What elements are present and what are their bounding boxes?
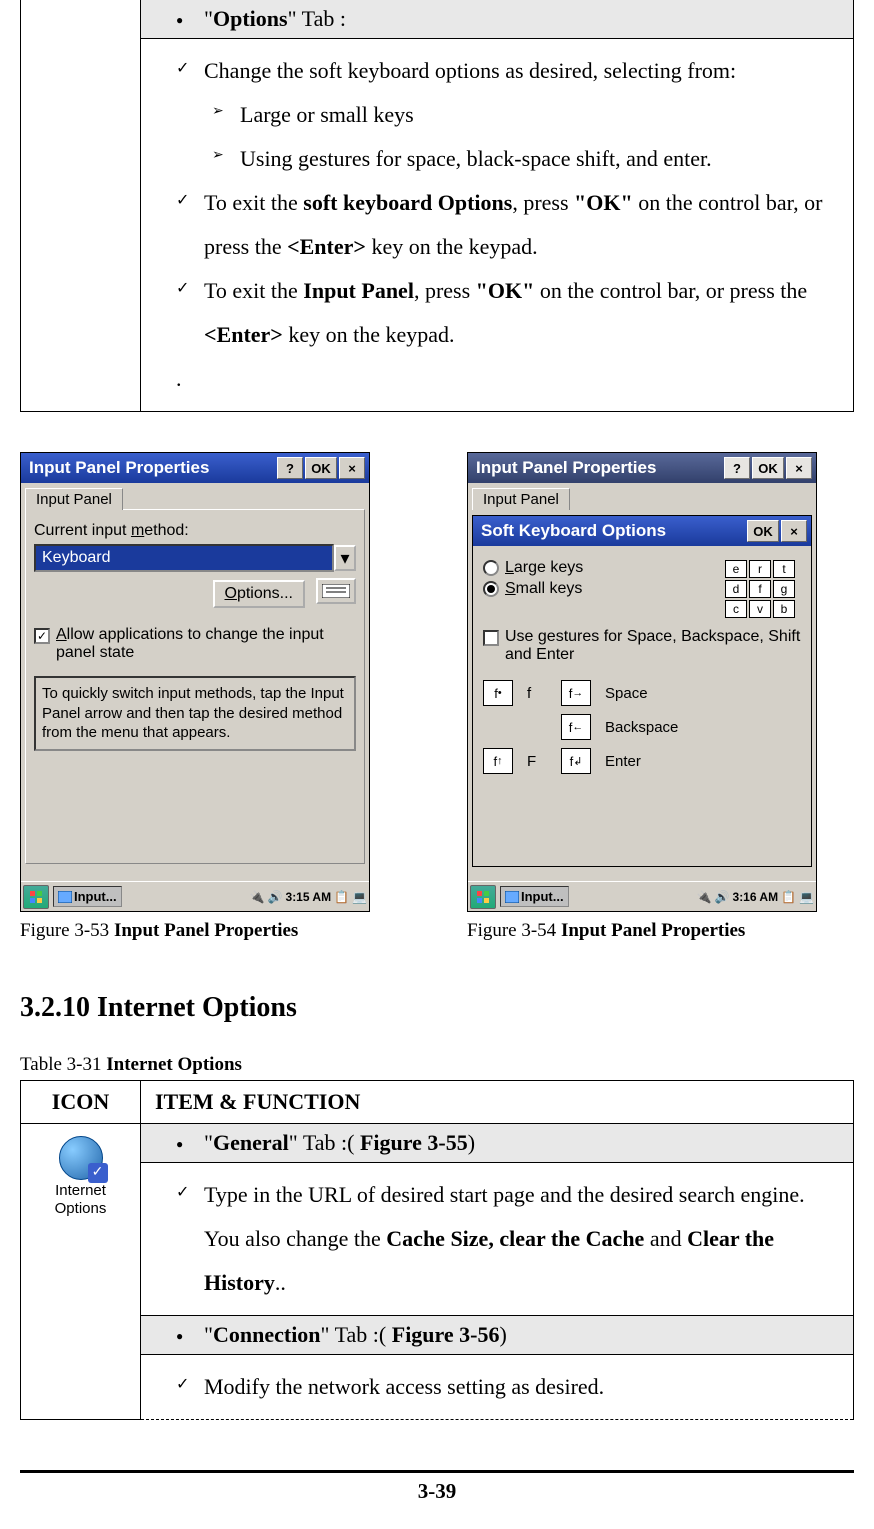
list-item: .: [176, 357, 843, 401]
close-button[interactable]: ×: [339, 457, 365, 479]
list-item: Type in the URL of desired start page an…: [176, 1173, 843, 1305]
window-title: Input Panel Properties: [25, 458, 275, 478]
tray-icon[interactable]: 💻: [799, 890, 814, 904]
footer-rule: [20, 1470, 854, 1473]
tray-icon[interactable]: 💻: [352, 890, 367, 904]
titlebar: Input Panel Properties ? OK ×: [21, 453, 369, 483]
current-method-label: Current input method:: [34, 522, 356, 540]
options-tab-table: "Options" Tab : Change the soft keyboard…: [20, 0, 854, 412]
tray-icon[interactable]: 📋: [781, 890, 796, 904]
gesture-icon: f←: [561, 714, 591, 740]
tray-icon[interactable]: 🔊: [715, 890, 730, 904]
clock: 3:16 AM: [733, 890, 779, 904]
tab-input-panel[interactable]: Input Panel: [25, 488, 123, 510]
help-button[interactable]: ?: [277, 457, 303, 479]
figure-3-53: Input Panel Properties ? OK × Input Pane…: [20, 452, 407, 942]
empty-icon-cell: [21, 0, 141, 412]
titlebar: Soft Keyboard Options OK ×: [473, 516, 811, 546]
tray-icon[interactable]: 🔌: [250, 890, 265, 904]
start-button[interactable]: [23, 885, 49, 909]
internet-options-icon: Internet Options: [29, 1132, 132, 1218]
gesture-icon: f•: [483, 680, 513, 706]
window-title: Input Panel Properties: [472, 458, 722, 478]
clock: 3:15 AM: [286, 890, 332, 904]
window-title: Soft Keyboard Options: [477, 521, 745, 541]
table-caption: Table 3-31 Internet Options: [20, 1054, 854, 1076]
allow-label: Allow applications to change the input p…: [56, 626, 356, 662]
key-preview: ert dfg cvb: [725, 560, 795, 618]
tray-icon[interactable]: 📋: [334, 890, 349, 904]
ok-button[interactable]: OK: [747, 520, 779, 542]
list-item: Change the soft keyboard options as desi…: [176, 49, 843, 93]
tab-input-panel: Input Panel: [472, 488, 570, 510]
connection-tab-body: Modify the network access setting as des…: [141, 1355, 854, 1420]
close-button[interactable]: ×: [781, 520, 807, 542]
page-footer: 3-39: [20, 1470, 854, 1504]
list-item: Modify the network access setting as des…: [176, 1365, 843, 1409]
system-tray: 🔌 🔊 3:16 AM 📋 💻: [697, 890, 814, 904]
icon-cell: Internet Options: [21, 1124, 141, 1420]
options-tab-header: "Options" Tab :: [141, 0, 854, 39]
gestures-list: f• f f→ Space f← Backspace: [483, 680, 801, 774]
device-screenshot-2: Input Panel Properties ? OK × Input Pane…: [467, 452, 817, 912]
gesture-icon: f↲: [561, 748, 591, 774]
list-item: Large or small keys: [176, 93, 843, 137]
help-button: ?: [724, 457, 750, 479]
allow-checkbox-row[interactable]: ✓ Allow applications to change the input…: [34, 626, 356, 662]
chevron-down-icon[interactable]: ▾: [334, 545, 356, 571]
checkbox-icon[interactable]: [483, 630, 499, 646]
radio-icon: [483, 560, 499, 576]
internet-options-table: ICON ITEM & FUNCTION Internet Options "G…: [20, 1080, 854, 1420]
taskbar-task[interactable]: Input...: [500, 886, 569, 907]
figure-caption: Figure 3-53 Input Panel Properties: [20, 920, 407, 942]
general-tab-body: Type in the URL of desired start page an…: [141, 1163, 854, 1316]
start-button[interactable]: [470, 885, 496, 909]
page-number: 3-39: [20, 1479, 854, 1504]
list-item: To exit the Input Panel, press "OK" on t…: [176, 269, 843, 357]
gestures-checkbox[interactable]: Use gestures for Space, Backspace, Shift…: [483, 628, 801, 664]
ok-button[interactable]: OK: [305, 457, 337, 479]
tray-icon[interactable]: 🔊: [268, 890, 283, 904]
general-tab-header: "General" Tab :( Figure 3-55): [141, 1124, 854, 1163]
list-item: Using gestures for space, black-space sh…: [176, 137, 843, 181]
options-tab-body: Change the soft keyboard options as desi…: [141, 39, 854, 412]
th-item-function: ITEM & FUNCTION: [141, 1081, 854, 1124]
soft-keyboard-options-window: Soft Keyboard Options OK × Large keys Sm…: [472, 515, 812, 867]
connection-tab-header: "Connection" Tab :( Figure 3-56): [141, 1316, 854, 1355]
keyboard-icon[interactable]: [316, 578, 356, 604]
taskbar: Input... 🔌 🔊 3:15 AM 📋 💻: [21, 881, 369, 911]
tray-icon[interactable]: 🔌: [697, 890, 712, 904]
figure-3-54: Input Panel Properties ? OK × Input Pane…: [467, 452, 854, 942]
close-button: ×: [786, 457, 812, 479]
radio-icon: [483, 581, 499, 597]
device-screenshot-1: Input Panel Properties ? OK × Input Pane…: [20, 452, 370, 912]
th-icon: ICON: [21, 1081, 141, 1124]
gesture-icon: f→: [561, 680, 591, 706]
gestures-label: Use gestures for Space, Backspace, Shift…: [505, 628, 801, 664]
figures-row: Input Panel Properties ? OK × Input Pane…: [20, 452, 854, 942]
system-tray: 🔌 🔊 3:15 AM 📋 💻: [250, 890, 367, 904]
taskbar-task[interactable]: Input...: [53, 886, 122, 907]
method-select[interactable]: Keyboard: [34, 544, 334, 572]
help-text: To quickly switch input methods, tap the…: [34, 676, 356, 751]
figure-caption: Figure 3-54 Input Panel Properties: [467, 920, 854, 942]
list-item: To exit the soft keyboard Options, press…: [176, 181, 843, 269]
taskbar: Input... 🔌 🔊 3:16 AM 📋 💻: [468, 881, 816, 911]
options-button[interactable]: Options...: [213, 580, 305, 608]
ok-button: OK: [752, 457, 784, 479]
section-heading: 3.2.10 Internet Options: [20, 992, 854, 1024]
gesture-icon: f↑: [483, 748, 513, 774]
titlebar-bg: Input Panel Properties ? OK ×: [468, 453, 816, 483]
checkbox-icon[interactable]: ✓: [34, 628, 50, 644]
